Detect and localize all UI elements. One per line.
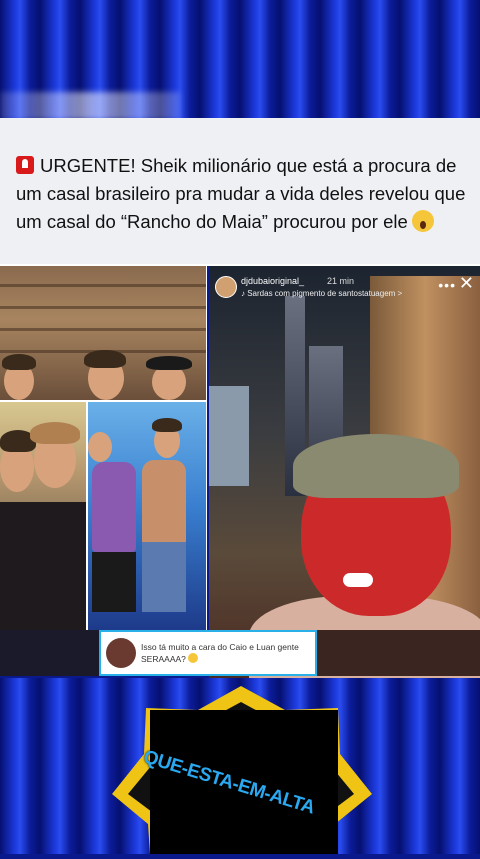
close-icon[interactable]: ✕ (459, 274, 474, 292)
more-options-icon[interactable]: ••• (438, 277, 456, 293)
post-text: URGENTE! Sheik milionário que está a pro… (16, 152, 476, 236)
photo-strip (0, 630, 99, 676)
story-username[interactable]: djdubaioriginal_ (241, 276, 304, 286)
post-body-text: URGENTE! Sheik milionário que está a pro… (16, 155, 466, 232)
post-card: URGENTE! Sheik milionário que está a pro… (0, 118, 480, 264)
face-screaming-icon (188, 653, 199, 663)
comment-text: Isso tá muito a cara do Caio e Luan gent… (141, 642, 299, 664)
avatar[interactable] (215, 276, 237, 298)
instagram-story[interactable]: djdubaioriginal_ 21 min ♪ Sardas com pig… (209, 266, 480, 678)
story-music[interactable]: ♪ Sardas com pigmento de santostatuagem … (241, 289, 402, 298)
party-photo (88, 402, 206, 630)
comment-overlay: Isso tá muito a cara do Caio e Luan gent… (99, 630, 317, 676)
comment-text-block: Isso tá muito a cara do Caio e Luan gent… (141, 641, 315, 665)
group-photo (0, 266, 206, 400)
story-header: djdubaioriginal_ 21 min ♪ Sardas com pig… (215, 276, 475, 306)
face-screaming-icon (411, 210, 434, 232)
blurred-header-area (0, 92, 180, 120)
story-time: 21 min (327, 276, 355, 286)
police-siren-icon (16, 156, 34, 174)
watermark-logo: QUE-ESTA-EM-ALTA (110, 684, 372, 854)
couple-photo (0, 402, 86, 630)
photo-strip (317, 630, 480, 676)
photo-collage (0, 266, 207, 630)
commenter-avatar (106, 638, 136, 668)
